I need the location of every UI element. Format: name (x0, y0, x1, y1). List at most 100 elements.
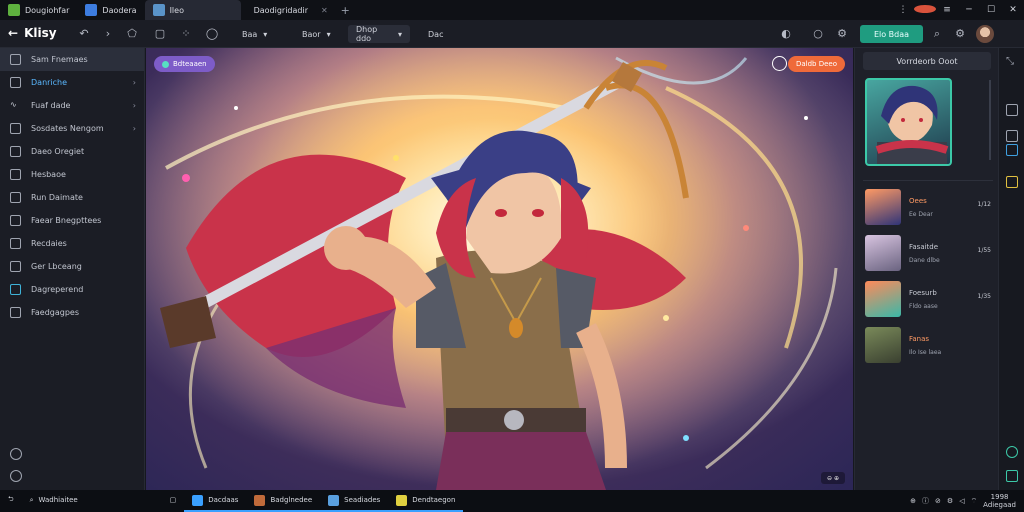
app-icon (192, 494, 204, 506)
forward-icon[interactable]: › (100, 26, 116, 42)
layer-thumbnail (865, 235, 901, 271)
sidebar-item-label: Dagreperend (31, 285, 84, 294)
subscribe-label: Elo Bdaa (873, 29, 910, 39)
tray-shield-icon[interactable]: ⊘ (935, 497, 941, 505)
grid-icon[interactable]: ⁘ (178, 26, 194, 42)
layer-value: 1/35 (977, 293, 991, 300)
tab-4[interactable]: Daodigridadir ✕ (241, 0, 333, 20)
right-panel: Vorrdeorb Ooot Oees Ee Dear 1/12 Fasaitd… (854, 48, 998, 490)
system-tray: ⊕ ⓘ ⊘ ⚙ ◁ ⌔ 1998 Adiegaad (910, 490, 1024, 512)
task-view-button[interactable]: ▢ (162, 490, 185, 512)
help-icon[interactable] (10, 448, 22, 460)
panel-icon[interactable] (1006, 104, 1018, 116)
sidebar-item-5[interactable]: Hesbaoe (0, 163, 144, 186)
back-arrow-icon[interactable]: ← (8, 26, 18, 40)
maximize-icon[interactable]: ☐ (980, 5, 1002, 15)
taskbar-app-1[interactable]: Dacdaas (184, 490, 247, 512)
sidebar-item-1[interactable]: Danriche › (0, 71, 144, 94)
book-icon (10, 215, 21, 226)
preview-thumbnail[interactable] (865, 78, 952, 166)
minimize-icon[interactable]: ─ (958, 5, 980, 15)
task-label: Dacdaas (208, 496, 239, 504)
tray-info-icon[interactable]: ⓘ (922, 496, 929, 506)
sidebar-item-4[interactable]: Daeo Oregiet (0, 140, 144, 163)
tray-volume-icon[interactable]: ◁ (959, 497, 964, 505)
toggle-icon[interactable] (1006, 130, 1018, 142)
artwork-canvas[interactable]: Bdteaaen Daldb Deeo ⊖ ⊕ (146, 48, 853, 490)
sidebar-item-8[interactable]: Recdaies (0, 232, 144, 255)
dropdown-2[interactable]: Baor ▾ (294, 25, 339, 43)
canvas-mode-badge[interactable]: Bdteaaen (154, 56, 215, 72)
template-icon (10, 284, 21, 295)
sidebar-item-0[interactable]: Sam Fnemaes (0, 48, 144, 71)
panel-scrollbar[interactable] (989, 80, 991, 160)
tab-2[interactable]: Daodera (77, 0, 144, 20)
taskbar-app-4[interactable]: Dendtaegon (388, 490, 464, 512)
layer-item[interactable]: Fanas Ilo Ise laea (865, 326, 991, 364)
avatar[interactable] (976, 25, 994, 43)
clock-time: 1998 (990, 493, 1009, 501)
back-button[interactable]: ⮌ (0, 490, 22, 512)
color-ring-icon[interactable] (772, 56, 787, 71)
sidebar-item-label: Ger Lbceang (31, 262, 82, 271)
sidebar-item-2[interactable]: ∿ Fuaf dade › (0, 94, 144, 117)
circle-icon[interactable]: ○ (810, 26, 826, 42)
more-icon[interactable]: ⋮ (892, 5, 914, 15)
close-tab-icon[interactable]: ✕ (321, 6, 328, 15)
gear-icon[interactable]: ⚙ (952, 26, 968, 42)
app-icon (8, 4, 20, 16)
tray-network-icon[interactable]: ⊕ (910, 497, 916, 505)
settings-icon[interactable] (10, 470, 22, 482)
collapse-icon[interactable]: ⤡ (1006, 56, 1018, 68)
canvas-action-button[interactable]: Daldb Deeo (787, 56, 845, 72)
tab-label: Dougiohfar (25, 5, 70, 15)
tray-gear-icon[interactable]: ⚙ (947, 497, 953, 505)
sidebar-item-9[interactable]: Ger Lbceang (0, 255, 144, 278)
shape-icon[interactable]: ⬠ (124, 26, 140, 42)
add-icon[interactable] (1006, 446, 1018, 458)
palette-icon[interactable]: ◐ (778, 26, 794, 42)
chat-icon[interactable] (1006, 470, 1018, 482)
image-icon[interactable] (1006, 176, 1018, 188)
layer-item[interactable]: Oees Ee Dear 1/12 (865, 188, 991, 226)
search-icon[interactable]: ⌕ (929, 26, 945, 42)
status-dot-icon (162, 60, 169, 68)
dropdown-4[interactable]: Dac (420, 25, 451, 43)
dropdown-1[interactable]: Baa ▾ (234, 25, 275, 43)
taskbar-app-2[interactable]: Badglnedee (246, 490, 321, 512)
layer-item[interactable]: Foesurb Fldo aase 1/35 (865, 280, 991, 318)
tab-3[interactable]: Ileo (144, 0, 241, 20)
layer-sub: Ee Dear (909, 210, 933, 218)
chevron-down-icon: ▾ (326, 29, 331, 39)
monitor-icon[interactable] (1006, 144, 1018, 156)
panel-title[interactable]: Vorrdeorb Ooot (863, 52, 991, 70)
menu-icon[interactable]: ≡ (936, 5, 958, 15)
tab-1[interactable]: Dougiohfar (0, 0, 77, 20)
subscribe-button[interactable]: Elo Bdaa (860, 25, 923, 43)
layer-item[interactable]: Fasaitde Dane dlbe 1/55 (865, 234, 991, 272)
search-box[interactable]: ⌕ Wadhiaitee (22, 490, 162, 512)
frame-icon[interactable]: ▢ (152, 26, 168, 42)
app-logo[interactable]: ← Klisy (8, 26, 57, 40)
lasso-icon[interactable]: ◯ (204, 26, 220, 42)
tray-wifi-icon[interactable]: ⌔ (971, 497, 978, 506)
new-tab-icon[interactable]: + (333, 4, 358, 17)
undo-icon[interactable]: ↶ (76, 26, 92, 42)
layers-icon (10, 123, 21, 134)
task-label: Dendtaegon (412, 496, 456, 504)
settings-icon[interactable]: ⚙ (834, 26, 850, 42)
dropdown-3[interactable]: Dhop ddo ▾ (348, 25, 410, 43)
sidebar-item-3[interactable]: Sosdates Nengom › (0, 117, 144, 140)
sidebar-item-7[interactable]: Faear Bnegpttees (0, 209, 144, 232)
sidebar-item-6[interactable]: Run Daimate (0, 186, 144, 209)
badge-label: Bdteaaen (173, 60, 207, 68)
close-icon[interactable]: ✕ (1002, 5, 1024, 15)
chevron-right-icon: › (132, 101, 136, 110)
record-icon[interactable] (914, 4, 936, 16)
system-clock[interactable]: 1998 Adiegaad (983, 493, 1016, 509)
sidebar-item-11[interactable]: Faedgagpes (0, 301, 144, 324)
taskbar-app-3[interactable]: Seadiades (320, 490, 389, 512)
canvas-zoom-control[interactable]: ⊖ ⊕ (821, 472, 845, 484)
layer-sub: Fldo aase (909, 302, 938, 310)
sidebar-item-10[interactable]: Dagreperend (0, 278, 144, 301)
